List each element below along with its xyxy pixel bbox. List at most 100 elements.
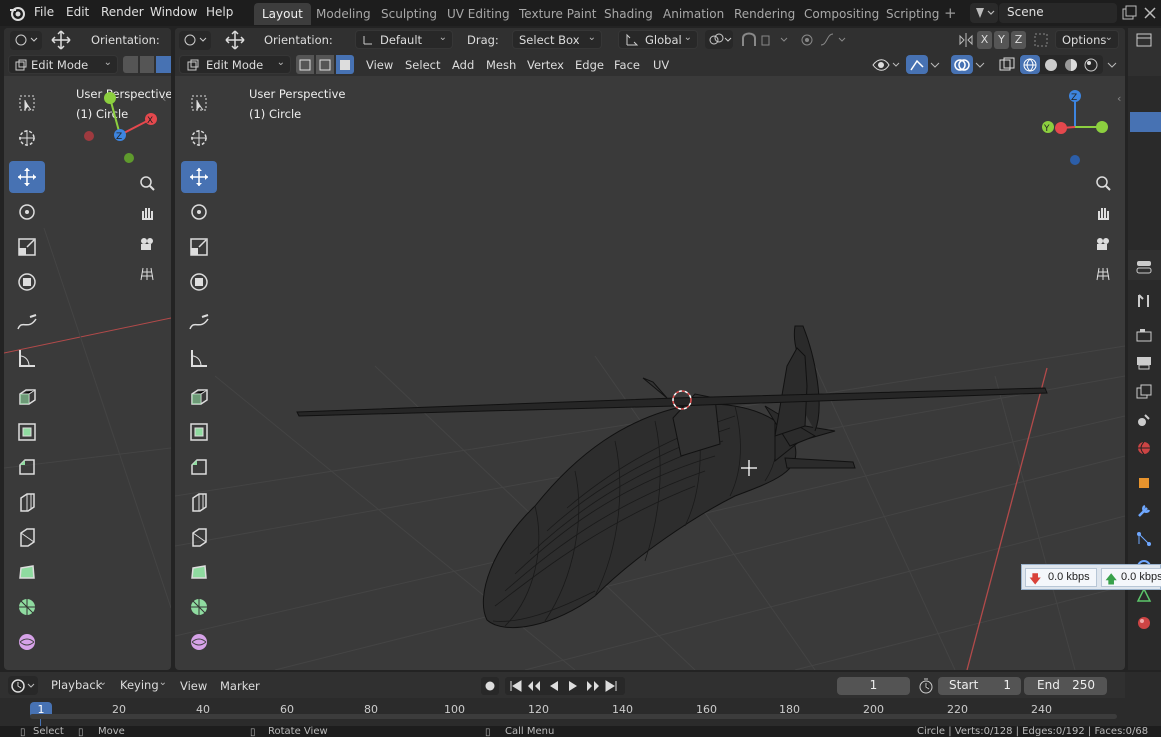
tab-rendering[interactable]: Rendering [726, 3, 803, 25]
timeline-scrollbar[interactable] [30, 714, 1117, 719]
proportional-edit-icon[interactable] [799, 30, 849, 49]
modifier-properties-icon[interactable] [1133, 500, 1155, 522]
drag-dropdown[interactable]: Select Box ⌄ [512, 30, 602, 49]
cursor-tool-icon[interactable] [181, 122, 217, 154]
menu-window[interactable]: Window [150, 5, 197, 19]
annotate-tool-icon[interactable] [181, 307, 217, 339]
knife-tool-icon[interactable] [9, 521, 45, 553]
jump-start-icon[interactable] [507, 677, 525, 698]
scale-tool-icon[interactable] [9, 231, 45, 263]
edge-select-icon[interactable] [316, 55, 334, 74]
left-sidebar-toggle-icon[interactable]: ‹ [162, 92, 166, 105]
smooth-tool-icon[interactable] [181, 626, 217, 658]
preview-range-icon[interactable] [917, 677, 935, 695]
bevel-tool-icon[interactable] [9, 451, 45, 483]
inset-tool-icon[interactable] [9, 416, 45, 448]
render-properties-icon[interactable] [1133, 324, 1155, 346]
transform-pivot-icon[interactable] [179, 31, 211, 50]
play-icon[interactable] [564, 677, 582, 698]
left-transform-pivot-icon[interactable] [10, 31, 42, 50]
timeline-ruler[interactable]: 1 20 40 60 80 100 120 140 160 180 200 22… [0, 698, 1125, 726]
current-frame-field[interactable]: 1 [837, 677, 910, 695]
left-navigation-gizmo[interactable]: X Z [79, 88, 169, 168]
rotate-tool-icon[interactable] [181, 196, 217, 228]
timeline-view-menu[interactable]: View [180, 679, 207, 693]
material-shading-icon[interactable] [1061, 55, 1081, 74]
scene-properties-icon[interactable] [1133, 409, 1155, 431]
tab-scripting[interactable]: Scripting [878, 3, 947, 25]
cursor-tool-icon[interactable] [9, 122, 45, 154]
tab-animation[interactable]: Animation [655, 3, 732, 25]
menu-vertex[interactable]: Vertex [527, 58, 564, 72]
left-pan-hand-icon[interactable] [135, 201, 159, 225]
next-keyframe-icon[interactable] [583, 677, 601, 698]
world-properties-icon[interactable] [1133, 437, 1155, 459]
solid-shading-icon[interactable] [1041, 55, 1061, 74]
extrude-tool-icon[interactable] [9, 381, 45, 413]
menu-select[interactable]: Select [405, 58, 440, 72]
menu-face[interactable]: Face [614, 58, 640, 72]
left-transform-orientation-icon[interactable] [49, 29, 73, 51]
move-tool-icon[interactable] [9, 161, 45, 193]
face-select-icon[interactable] [336, 55, 354, 74]
camera-icon[interactable] [1091, 232, 1115, 256]
blender-logo-icon[interactable] [8, 4, 26, 22]
zoom-icon[interactable] [1091, 171, 1115, 195]
loop-cut-tool-icon[interactable] [9, 486, 45, 518]
outliner-editor-icon[interactable] [1133, 29, 1155, 51]
left-zoom-icon[interactable] [135, 171, 159, 195]
spin-tool-icon[interactable] [181, 591, 217, 623]
poly-build-tool-icon[interactable] [181, 556, 217, 588]
scale-tool-icon[interactable] [181, 231, 217, 263]
annotate-tool-icon[interactable] [9, 307, 45, 339]
mirror-x-toggle[interactable]: X [977, 31, 992, 49]
transform-tool-icon[interactable] [9, 266, 45, 298]
helicopter-mesh[interactable] [296, 325, 1048, 629]
mirror-z-toggle[interactable]: Z [1011, 31, 1026, 49]
timeline-marker-menu[interactable]: Marker [220, 679, 260, 693]
select-box-tool-icon[interactable] [181, 87, 217, 119]
vertex-select-icon[interactable] [123, 56, 138, 73]
options-dropdown[interactable]: Options ⌄ [1055, 30, 1119, 49]
tab-layout[interactable]: Layout [254, 3, 311, 25]
navigation-gizmo[interactable]: Z Y [1035, 84, 1117, 168]
snap-toggle-icon[interactable] [739, 30, 759, 49]
edge-select-icon[interactable] [139, 56, 155, 73]
mirror-icon[interactable] [957, 31, 975, 49]
smooth-tool-icon[interactable] [9, 626, 45, 658]
menu-uv[interactable]: UV [653, 58, 669, 72]
left-camera-icon[interactable] [135, 232, 159, 256]
delete-scene-icon[interactable] [1141, 4, 1159, 22]
mode-dropdown[interactable]: Edit Mode ⌄ [179, 55, 291, 74]
playback-menu[interactable]: Playback ⌄ [45, 676, 112, 695]
main-viewport[interactable]: Orientation: Default ⌄ Drag: Select Box ⌄ … [175, 28, 1125, 670]
menu-edit[interactable]: Edit [66, 5, 89, 19]
wireframe-shading-icon[interactable] [1020, 55, 1040, 74]
transform-orientation-icon[interactable] [223, 29, 247, 51]
tab-texture-paint[interactable]: Texture Paint [511, 3, 604, 25]
visibility-eye-icon[interactable] [871, 55, 901, 74]
snap-target-icon[interactable] [759, 30, 793, 49]
jump-end-icon[interactable] [602, 677, 620, 698]
menu-help[interactable]: Help [206, 5, 233, 19]
pan-hand-icon[interactable] [1091, 201, 1115, 225]
face-select-icon[interactable] [156, 56, 171, 73]
tab-modeling[interactable]: Modeling [308, 3, 379, 25]
poly-build-tool-icon[interactable] [9, 556, 45, 588]
view-layer-properties-icon[interactable] [1133, 381, 1155, 403]
move-tool-icon[interactable] [181, 161, 217, 193]
overlays-dropdown-icon[interactable] [973, 55, 987, 74]
object-properties-icon[interactable] [1133, 472, 1155, 494]
rendered-shading-icon[interactable] [1081, 55, 1101, 74]
select-box-tool-icon[interactable] [9, 87, 45, 119]
menu-add[interactable]: Add [452, 58, 474, 72]
measure-tool-icon[interactable] [9, 342, 45, 374]
start-frame-field[interactable]: Start 1 [938, 677, 1021, 695]
menu-file[interactable]: File [34, 5, 54, 19]
timeline-editor-type-icon[interactable] [8, 676, 38, 695]
new-scene-icon[interactable] [1120, 4, 1138, 22]
menu-mesh[interactable]: Mesh [486, 58, 516, 72]
play-reverse-icon[interactable] [545, 677, 563, 698]
outliner-selected-row[interactable] [1130, 112, 1161, 132]
sidebar-toggle-icon[interactable]: ‹ [1117, 92, 1121, 105]
